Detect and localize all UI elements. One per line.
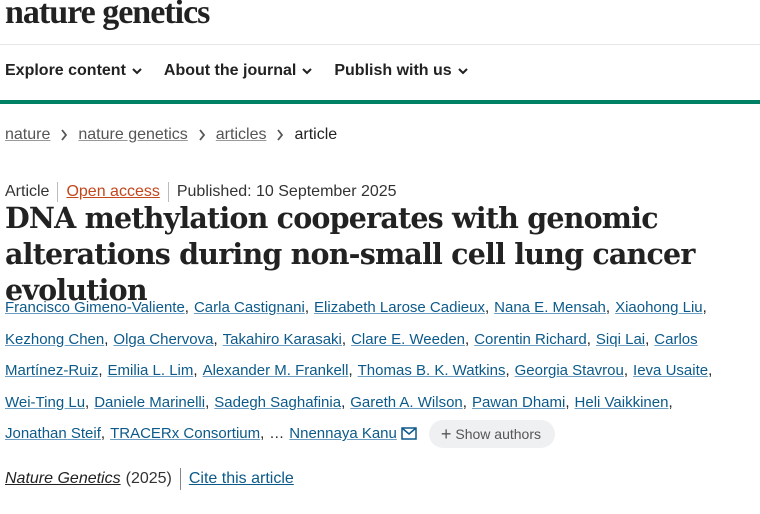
author-link[interactable]: Takahiro Karasaki: [223, 331, 342, 348]
published-date: Published: 10 September 2025: [176, 183, 397, 200]
chevron-down-icon: [132, 68, 142, 75]
journal-link[interactable]: Nature Genetics: [5, 470, 121, 488]
author-link[interactable]: Corentin Richard: [474, 331, 587, 348]
nav-label: Explore content: [5, 62, 126, 79]
author-link[interactable]: Sadegh Saghafinia: [214, 394, 341, 411]
citation-divider: [179, 468, 181, 490]
accent-bar: [0, 100, 760, 104]
nav-explore-content[interactable]: Explore content: [5, 62, 142, 80]
author-link[interactable]: Martínez-Ruiz: [5, 362, 98, 379]
author-link[interactable]: Carlos: [654, 331, 697, 348]
author-link[interactable]: Nana E. Mensah: [494, 299, 606, 316]
meta-divider: [167, 182, 169, 202]
author-link[interactable]: Alexander M. Frankell: [203, 362, 349, 379]
author-line: Jonathan Steif, TRACERx Consortium, … Nn…: [5, 418, 755, 450]
nav-about-journal[interactable]: About the journal: [163, 62, 313, 80]
plus-icon: +: [440, 423, 452, 444]
chevron-right-icon: [276, 129, 284, 141]
author-link[interactable]: Daniele Marinelli: [94, 394, 205, 411]
author-list: Francisco Gimeno-Valiente, Carla Castign…: [5, 292, 755, 450]
meta-divider: [57, 182, 59, 202]
breadcrumb-nature-genetics[interactable]: nature genetics: [78, 126, 187, 144]
author-link[interactable]: Ieva Usaite: [633, 362, 708, 379]
author-link[interactable]: Nnennaya Kanu: [289, 425, 397, 442]
citation-line: Nature Genetics (2025) Cite this article: [5, 468, 294, 490]
author-link[interactable]: TRACERx Consortium: [110, 425, 260, 442]
open-access-link[interactable]: Open access: [66, 183, 159, 201]
author-line: Kezhong Chen, Olga Chervova, Takahiro Ka…: [5, 330, 698, 348]
author-link[interactable]: Thomas B. K. Watkins: [358, 362, 506, 379]
show-authors-button[interactable]: + Show authors: [428, 419, 555, 448]
email-icon[interactable]: [401, 427, 417, 440]
breadcrumb-current: article: [294, 126, 338, 143]
author-ellipsis: …: [269, 425, 285, 443]
journal-logo[interactable]: nature genetics: [5, 0, 210, 32]
author-link[interactable]: Siqi Lai: [596, 331, 645, 348]
article-type: Article: [5, 183, 50, 200]
breadcrumb-articles[interactable]: articles: [216, 126, 267, 144]
chevron-right-icon: [60, 129, 68, 141]
author-line: Martínez-Ruiz, Emilia L. Lim, Alexander …: [5, 362, 713, 380]
cite-article-link[interactable]: Cite this article: [189, 470, 294, 488]
author-link[interactable]: Pawan Dhami: [472, 394, 565, 411]
show-authors-label: Show authors: [455, 425, 541, 442]
author-link[interactable]: Georgia Stavrou: [515, 362, 624, 379]
chevron-right-icon: [198, 129, 206, 141]
breadcrumb-nature[interactable]: nature: [5, 126, 50, 144]
author-link[interactable]: Gareth A. Wilson: [350, 394, 463, 411]
author-link[interactable]: Clare E. Weeden: [351, 331, 465, 348]
author-line: Wei-Ting Lu, Daniele Marinelli, Sadegh S…: [5, 393, 673, 411]
author-link[interactable]: Emilia L. Lim: [108, 362, 194, 379]
author-link[interactable]: Francisco Gimeno-Valiente: [5, 299, 185, 316]
author-link[interactable]: Wei-Ting Lu: [5, 394, 85, 411]
author-link[interactable]: Heli Vaikkinen: [575, 394, 669, 411]
article-meta: Article Open access Published: 10 Septem…: [5, 182, 397, 202]
author-link[interactable]: Carla Castignani: [194, 299, 305, 316]
nav-label: Publish with us: [334, 62, 452, 79]
header-divider: [0, 44, 760, 45]
author-link[interactable]: Xiaohong Liu: [615, 299, 703, 316]
chevron-down-icon: [302, 68, 313, 75]
author-link[interactable]: Jonathan Steif: [5, 425, 101, 442]
nav-label: About the journal: [163, 62, 297, 79]
author-line: Francisco Gimeno-Valiente, Carla Castign…: [5, 299, 707, 317]
breadcrumb: nature nature genetics articles article: [5, 126, 337, 144]
chevron-down-icon: [457, 68, 468, 75]
author-link[interactable]: Olga Chervova: [113, 331, 213, 348]
main-nav: Explore content About the journal Publis…: [5, 62, 490, 80]
author-link[interactable]: Kezhong Chen: [5, 331, 104, 348]
nav-publish[interactable]: Publish with us: [334, 62, 468, 80]
author-link[interactable]: Elizabeth Larose Cadieux: [314, 299, 485, 316]
publication-year: (2025): [125, 470, 172, 487]
